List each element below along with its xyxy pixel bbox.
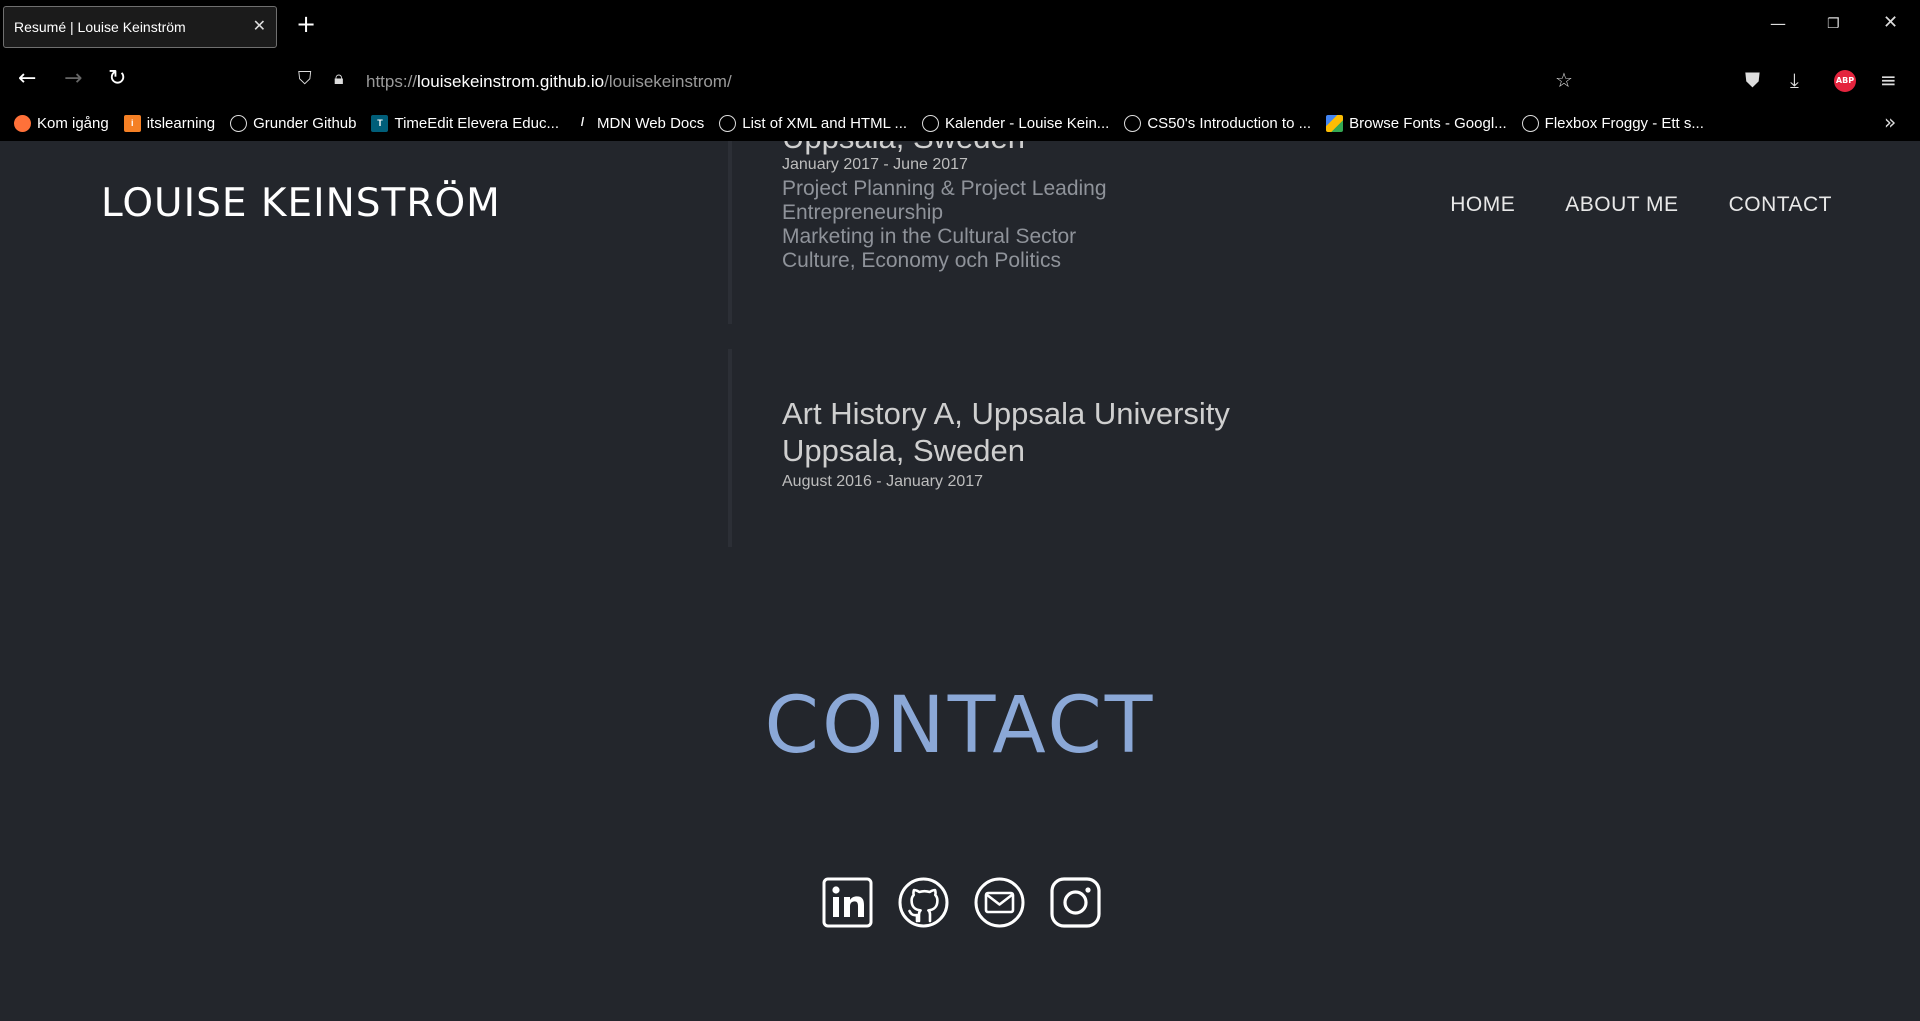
- bookmark-item[interactable]: i itslearning: [123, 112, 215, 134]
- page-content: Uppsala, Sweden January 2017 - June 2017…: [0, 141, 1920, 1021]
- pocket-icon[interactable]: ⛊: [1745, 68, 1760, 92]
- course-item: Culture, Economy och Politics: [782, 249, 1061, 272]
- nav-about-me[interactable]: ABOUT ME: [1565, 193, 1678, 217]
- bookmark-item[interactable]: Browse Fonts - Googl...: [1326, 112, 1507, 134]
- bookmark-item[interactable]: / MDN Web Docs: [574, 112, 704, 134]
- course-list: Project Planning & Project Leading Entre…: [782, 177, 1107, 273]
- bookmarks-toolbar: Kom igång i itslearning Grunder Github TT…: [14, 112, 1719, 134]
- close-tab-icon[interactable]: ✕: [253, 16, 266, 35]
- entry-dates: August 2016 - January 2017: [782, 473, 984, 490]
- social-links: [822, 877, 1101, 928]
- reload-icon[interactable]: ↻: [108, 68, 126, 90]
- forward-icon[interactable]: →: [64, 68, 82, 90]
- entry-dates: January 2017 - June 2017: [782, 156, 968, 173]
- linkedin-icon[interactable]: [822, 877, 873, 928]
- site-logo[interactable]: LOUISE KEINSTRÖM: [101, 181, 501, 226]
- bookmark-item[interactable]: Grunder Github: [230, 112, 356, 134]
- menu-icon[interactable]: ≡: [1880, 68, 1897, 92]
- new-tab-icon[interactable]: +: [296, 12, 316, 36]
- course-item: Marketing in the Cultural Sector: [782, 225, 1077, 248]
- github-icon[interactable]: [898, 877, 949, 928]
- bookmark-item[interactable]: T TimeEdit Elevera Educ...: [371, 112, 559, 134]
- tab-title: Resumé | Louise Keinström: [14, 19, 186, 35]
- download-icon[interactable]: ⤓: [1790, 68, 1799, 92]
- bookmark-star-icon[interactable]: ☆: [1555, 68, 1573, 92]
- bookmark-item[interactable]: List of XML and HTML ...: [719, 112, 907, 134]
- bookmark-item[interactable]: Kalender - Louise Kein...: [922, 112, 1109, 134]
- entry-location: Uppsala, Sweden: [782, 433, 1025, 468]
- education-entry: Art History A, Uppsala University Uppsal…: [782, 395, 1230, 491]
- timeedit-icon: T: [371, 114, 389, 132]
- close-window-icon[interactable]: ✕: [1883, 12, 1898, 33]
- entry-location: Uppsala, Sweden: [782, 141, 1107, 156]
- site-nav: HOME ABOUT ME CONTACT: [1450, 193, 1832, 217]
- instagram-icon[interactable]: [1050, 877, 1101, 928]
- globe-icon: [719, 114, 737, 132]
- timeline-divider: [728, 349, 732, 547]
- minimize-icon[interactable]: —: [1770, 14, 1786, 33]
- contact-heading: CONTACT: [764, 681, 1156, 771]
- course-item: Entrepreneurship: [782, 201, 944, 224]
- address-bar[interactable]: ⛉ 🔒︎ https://louisekeinstrom.github.io/l…: [290, 62, 1580, 100]
- bookmark-item[interactable]: CS50's Introduction to ...: [1124, 112, 1311, 134]
- browser-tab[interactable]: Resumé | Louise Keinström ✕: [3, 6, 277, 48]
- bookmark-item[interactable]: Flexbox Froggy - Ett s...: [1521, 112, 1704, 134]
- url-text[interactable]: https://louisekeinstrom.github.io/louise…: [366, 72, 732, 92]
- timeline-divider: [728, 141, 732, 324]
- globe-icon: [1521, 114, 1539, 132]
- nav-home[interactable]: HOME: [1450, 193, 1515, 217]
- browser-chrome: Resumé | Louise Keinström ✕ + — ❐ ✕ ← → …: [0, 0, 1920, 141]
- adblock-icon[interactable]: ABP: [1834, 70, 1856, 92]
- globe-icon: [230, 114, 248, 132]
- google-fonts-icon: [1326, 114, 1344, 132]
- firefox-icon: [14, 114, 31, 132]
- shield-icon[interactable]: ⛉: [298, 68, 312, 89]
- email-icon[interactable]: [974, 877, 1025, 928]
- nav-contact[interactable]: CONTACT: [1729, 193, 1832, 217]
- globe-icon: [922, 114, 940, 132]
- entry-title: Art History A, Uppsala University: [782, 396, 1230, 431]
- mdn-icon: /: [580, 114, 585, 129]
- itslearning-icon: i: [123, 114, 141, 132]
- bookmark-item[interactable]: Kom igång: [14, 112, 109, 134]
- back-icon[interactable]: ←: [18, 68, 36, 90]
- course-item: Project Planning & Project Leading: [782, 177, 1107, 200]
- education-entry: Uppsala, Sweden January 2017 - June 2017…: [782, 141, 1107, 273]
- bookmarks-overflow-icon[interactable]: »: [1884, 110, 1896, 134]
- globe-icon: [1124, 114, 1142, 132]
- lock-icon[interactable]: 🔒︎: [334, 68, 344, 89]
- restore-icon[interactable]: ❐: [1827, 16, 1840, 32]
